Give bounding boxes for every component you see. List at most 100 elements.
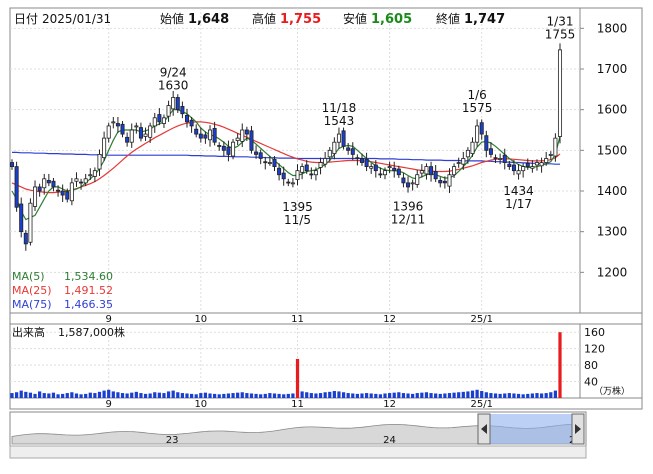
- candle-body: [249, 130, 254, 151]
- candle-body: [272, 158, 277, 167]
- candle-body: [42, 178, 47, 189]
- volume-bar: [420, 392, 424, 398]
- candle-body: [115, 123, 120, 127]
- candle-body: [465, 149, 470, 158]
- volume-bar: [360, 393, 364, 398]
- volume-bar: [553, 390, 558, 398]
- candle-body: [346, 147, 351, 151]
- volume-bar: [61, 393, 65, 398]
- volume-bar: [489, 393, 493, 398]
- annotation-date: 11/5: [284, 213, 311, 227]
- candle-body: [295, 170, 300, 181]
- annotation-price: 1434: [503, 184, 534, 198]
- date-tick-label: 10: [194, 399, 207, 410]
- volume-bar: [374, 393, 378, 398]
- overview-scrollbar[interactable]: [9, 445, 587, 459]
- date-tick-label: 10: [194, 314, 207, 325]
- candle-body: [226, 146, 231, 155]
- price-tick-label: 1700: [597, 62, 628, 76]
- candle-body: [9, 162, 15, 168]
- candle-body: [493, 157, 498, 160]
- price-annotation: 1/311755: [545, 15, 576, 42]
- volume-bar: [516, 393, 521, 398]
- candle-body: [88, 174, 93, 177]
- candle-body: [263, 161, 268, 164]
- volume-bar: [309, 393, 313, 398]
- candle-body: [28, 202, 33, 243]
- volume-bar: [286, 393, 290, 398]
- volume-bar: [185, 393, 189, 398]
- candle-body: [212, 127, 217, 143]
- annotation-date: 1/17: [505, 197, 532, 211]
- candle-body: [221, 145, 226, 151]
- candle-body: [359, 158, 364, 163]
- volume-bar: [295, 358, 300, 398]
- price-tick-label: 1800: [597, 21, 628, 35]
- candle-body: [332, 141, 337, 154]
- date-tick-label: 25/1: [470, 314, 492, 325]
- annotation-date: 9/24: [160, 65, 187, 79]
- volume-bar: [139, 393, 143, 398]
- volume-bar: [480, 391, 484, 398]
- candle-body: [166, 105, 171, 117]
- volume-bar: [434, 393, 438, 398]
- candle-body: [106, 125, 111, 139]
- candle-body: [244, 129, 249, 135]
- volume-bar: [558, 332, 562, 398]
- candle-body: [60, 190, 65, 196]
- candle-body: [424, 166, 429, 175]
- volume-bar: [470, 390, 475, 398]
- candle-body: [406, 182, 411, 188]
- volume-bar: [24, 391, 28, 398]
- volume-bar: [42, 393, 46, 398]
- volume-bar: [341, 392, 346, 398]
- candle-body: [180, 106, 185, 115]
- volume-bar: [130, 392, 134, 398]
- candle-body: [548, 153, 553, 156]
- volume-bar: [268, 393, 272, 398]
- volume-bar: [318, 393, 323, 398]
- candle-body: [194, 128, 199, 135]
- candle-body: [461, 158, 466, 165]
- price-tick-label: 1400: [597, 184, 628, 198]
- volume-bar: [392, 392, 396, 398]
- candle-body: [161, 117, 166, 124]
- close-label: 終値: [436, 11, 460, 26]
- candle-body: [323, 158, 328, 165]
- candle-body: [14, 166, 19, 208]
- volume-bar: [544, 393, 548, 398]
- candle-body: [134, 125, 139, 128]
- date-tick-label: 12: [383, 399, 396, 410]
- volume-bar: [364, 393, 369, 398]
- volume-bar: [28, 392, 33, 398]
- overview-right-handle[interactable]: [571, 413, 585, 445]
- volume-bar: [388, 393, 392, 398]
- candle-body: [152, 117, 157, 127]
- candle-body: [120, 123, 125, 135]
- volume-bar: [493, 393, 498, 398]
- candle-body: [429, 166, 434, 176]
- volume-bar: [512, 393, 516, 398]
- annotation-date: 11/18: [322, 101, 357, 115]
- candle-body: [516, 170, 521, 175]
- volume-bar: [143, 393, 148, 398]
- candlestick: [341, 127, 346, 150]
- volume-bar: [291, 393, 295, 398]
- overview-left-handle[interactable]: [477, 413, 491, 445]
- volume-bar: [245, 393, 249, 398]
- candle-body: [447, 174, 452, 187]
- candle-body: [557, 49, 563, 137]
- volume-bar: [56, 394, 60, 398]
- candle-body: [433, 171, 438, 180]
- volume-bar: [503, 393, 507, 398]
- candle-body: [452, 166, 457, 176]
- candle-body: [350, 148, 355, 155]
- candle-body: [300, 166, 305, 173]
- overview-year-label: 24: [383, 435, 396, 446]
- date-tick-label: 11: [291, 399, 304, 410]
- volume-bar: [38, 391, 42, 398]
- volume-bar: [314, 393, 318, 398]
- volume-bar: [507, 393, 511, 398]
- candle-body: [539, 162, 544, 167]
- volume-bar: [369, 393, 373, 398]
